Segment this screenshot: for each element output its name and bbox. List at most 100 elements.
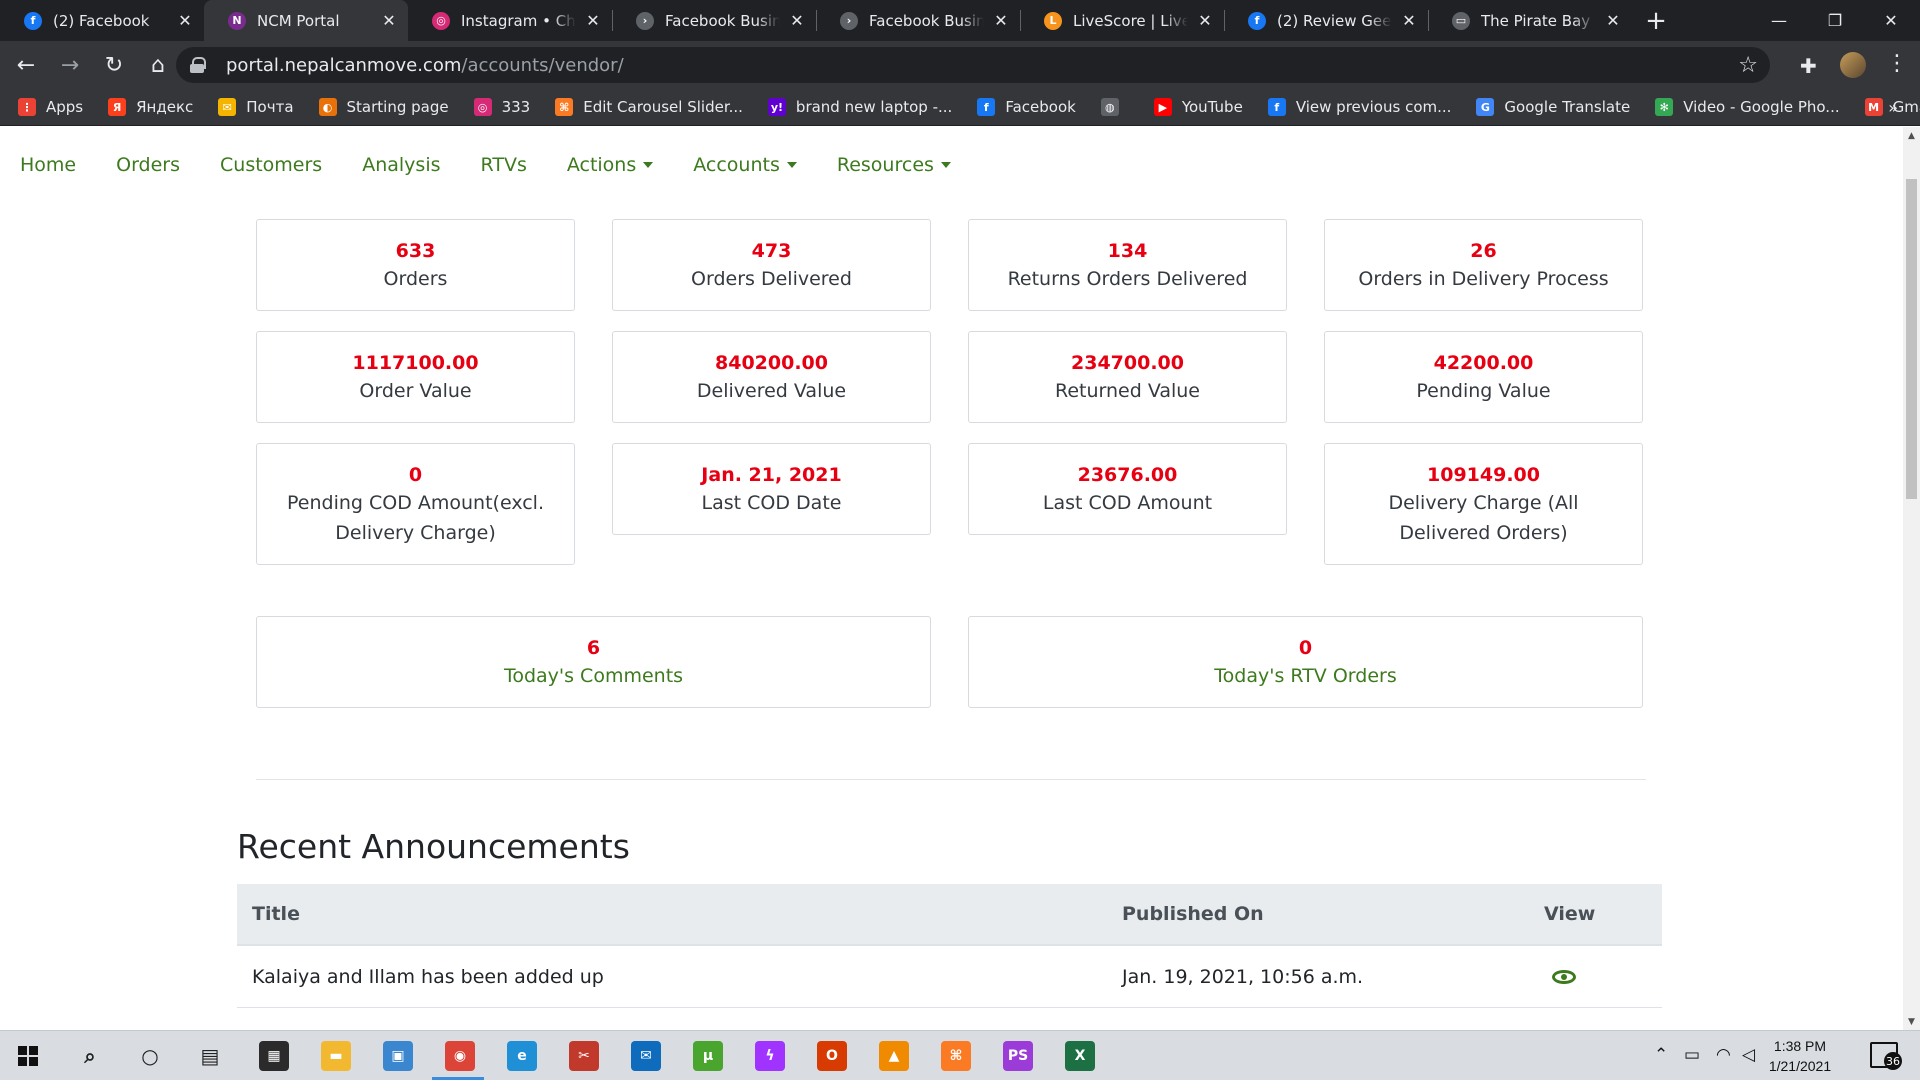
forward-icon[interactable]: → [52,47,88,83]
browser-tab[interactable]: ▭ The Pirate Bay - Th ✕ [1428,0,1632,41]
office-icon[interactable]: O [816,1040,848,1072]
browser-tab[interactable]: › Facebook Business ✕ [816,0,1020,41]
bookmark-item[interactable]: ◎ 333 [473,98,530,116]
vlc-icon[interactable]: ▲ [878,1040,910,1072]
profile-avatar[interactable] [1840,52,1866,78]
bookmark-item[interactable]: Я Яндекс [108,98,193,116]
windows-start-icon[interactable] [18,1046,38,1066]
restore-icon[interactable]: ❐ [1807,0,1863,41]
nav-analysis[interactable]: Analysis [362,154,440,176]
bookmark-item[interactable]: G Google Translate [1476,98,1630,116]
utorrent-icon[interactable]: µ [692,1040,724,1072]
edge-icon[interactable]: e [506,1040,538,1072]
close-tab-icon[interactable]: ✕ [1400,11,1418,30]
system-clock[interactable]: 1:38 PM 1/21/2021 [1752,1036,1848,1076]
app-tile: ▦ [259,1041,289,1071]
windows-taskbar: ⌕ ○ ▤ ▦ ▬ ▣ ◉ e ✂ ✉ µ ϟ O ▲ ⌘ PS X ⌃ ▭ ◠ ◁ 1:38 PM 1/… [0,1030,1920,1080]
close-tab-icon[interactable]: ✕ [1604,11,1622,30]
minimize-icon[interactable]: — [1751,0,1807,41]
bookmark-star-icon[interactable]: ☆ [1738,53,1758,78]
nav-customers[interactable]: Customers [220,154,322,176]
browser-menu-icon[interactable]: ⋮ [1886,52,1908,76]
nav-actions[interactable]: Actions [567,154,654,176]
eye-icon[interactable] [1552,969,1576,984]
stat-label: Last COD Amount [1042,492,1213,514]
nav-resources[interactable]: Resources [837,154,951,176]
wifi-icon[interactable]: ◠ [1716,1045,1731,1065]
back-icon[interactable]: ← [8,47,44,83]
scroll-down-icon[interactable]: ▼ [1903,1013,1920,1030]
search-icon[interactable]: ⌕ [74,1040,106,1072]
bookmark-item[interactable]: ⌘ Edit Carousel Slider... [555,98,743,116]
close-tab-icon[interactable]: ✕ [788,11,806,30]
todays-rtv-card[interactable]: 0 Today's RTV Orders [968,616,1643,708]
scroll-up-icon[interactable]: ▲ [1903,127,1920,144]
bookmark-item[interactable]: y! brand new laptop -... [767,98,952,116]
control-panel-icon[interactable]: ▣ [382,1040,414,1072]
bookmark-item[interactable]: ▶ YouTube [1153,98,1243,116]
announcement-title: Kalaiya and Illam has been added up [252,965,604,988]
stat-label: Orders in Delivery Process [1358,268,1609,290]
column-header-published-on: Published On [1122,903,1264,925]
browser-tab[interactable]: › Facebook Business ✕ [612,0,816,41]
stat-value: 0 [408,464,423,486]
snipping-icon[interactable]: ✂ [568,1040,600,1072]
bookmark-label: YouTube [1181,98,1243,116]
facebook-icon: f [1248,11,1266,30]
page-viewport: Home Orders Customers Analysis RTVs Actions Ac… [0,127,1903,1030]
excel-icon[interactable]: X [1064,1040,1096,1072]
page-scrollbar[interactable]: ▲ ▼ [1903,127,1920,1030]
bookmarks-overflow-icon[interactable]: » [1888,98,1898,117]
stat-card: 134 Returns Orders Delivered [968,219,1287,311]
battery-icon[interactable]: ▭ [1684,1045,1700,1065]
bookmark-item[interactable]: ◐ Starting page [318,98,449,116]
lock-icon[interactable] [190,57,206,73]
stat-value: 1117100.00 [352,352,479,374]
browser-tab[interactable]: f (2) Facebook ✕ [0,0,204,41]
stat-label: Today's Comments [503,665,684,687]
nav-home[interactable]: Home [20,154,76,176]
reload-icon[interactable]: ↻ [96,47,132,83]
bookmark-item[interactable]: ✻ Video - Google Pho... [1655,98,1840,116]
task-view-icon[interactable]: ▤ [194,1040,226,1072]
mail-icon[interactable]: ✉ [630,1040,662,1072]
file-explorer-icon[interactable]: ▬ [320,1040,352,1072]
nav-rtvs[interactable]: RTVs [481,154,527,176]
app-tile: O [817,1041,847,1071]
browser-tab[interactable]: ◎ Instagram • Chats ✕ [408,0,612,41]
bookmark-item[interactable]: ⋮ Apps [18,98,83,116]
bookmark-item[interactable]: f Facebook [977,98,1076,116]
address-bar[interactable]: portal.nepalcanmove.com/accounts/vendor/… [176,47,1770,83]
bookmark-item[interactable]: ✉ Почта [218,98,294,116]
chrome-icon[interactable]: ◉ [444,1040,476,1072]
messenger-icon[interactable]: ϟ [754,1040,786,1072]
phpstorm-icon[interactable]: PS [1002,1040,1034,1072]
browser-tab[interactable]: L LiveScore | Live Fo ✕ [1020,0,1224,41]
close-tab-icon[interactable]: ✕ [380,11,398,30]
todays-comments-card[interactable]: 6 Today's Comments [256,616,931,708]
close-tab-icon[interactable]: ✕ [584,11,602,30]
bookmark-item[interactable]: f View previous com... [1267,98,1451,116]
close-tab-icon[interactable]: ✕ [1196,11,1214,30]
microsoft-store-icon[interactable]: ▦ [258,1040,290,1072]
nav-accounts[interactable]: Accounts [693,154,797,176]
nav-orders[interactable]: Orders [116,154,180,176]
close-tab-icon[interactable]: ✕ [992,11,1010,30]
close-tab-icon[interactable]: ✕ [176,11,194,30]
browser-tab[interactable]: f (2) Review Geek | F ✕ [1224,0,1428,41]
scrollbar-thumb[interactable] [1906,179,1917,499]
home-icon[interactable]: ⌂ [140,47,176,83]
xampp-icon[interactable]: ⌘ [940,1040,972,1072]
new-tab-button[interactable]: + [1636,0,1676,41]
table-row: Kalaiya and Illam has been added up Jan. … [237,946,1662,1008]
stat-label: Pending Value [1416,380,1551,402]
cortana-icon[interactable]: ○ [134,1040,166,1072]
close-window-icon[interactable]: ✕ [1863,0,1919,41]
starting-page-icon: ◐ [318,98,337,116]
bookmark-item[interactable]: ◍ [1100,98,1129,116]
extensions-puzzle-icon[interactable]: ✚ [1800,54,1817,78]
instagram-icon: ◎ [473,98,492,116]
tray-chevron-icon[interactable]: ⌃ [1654,1045,1668,1065]
notification-center-icon[interactable]: 36 [1870,1042,1902,1070]
browser-tab[interactable]: N NCM Portal ✕ [204,0,408,41]
